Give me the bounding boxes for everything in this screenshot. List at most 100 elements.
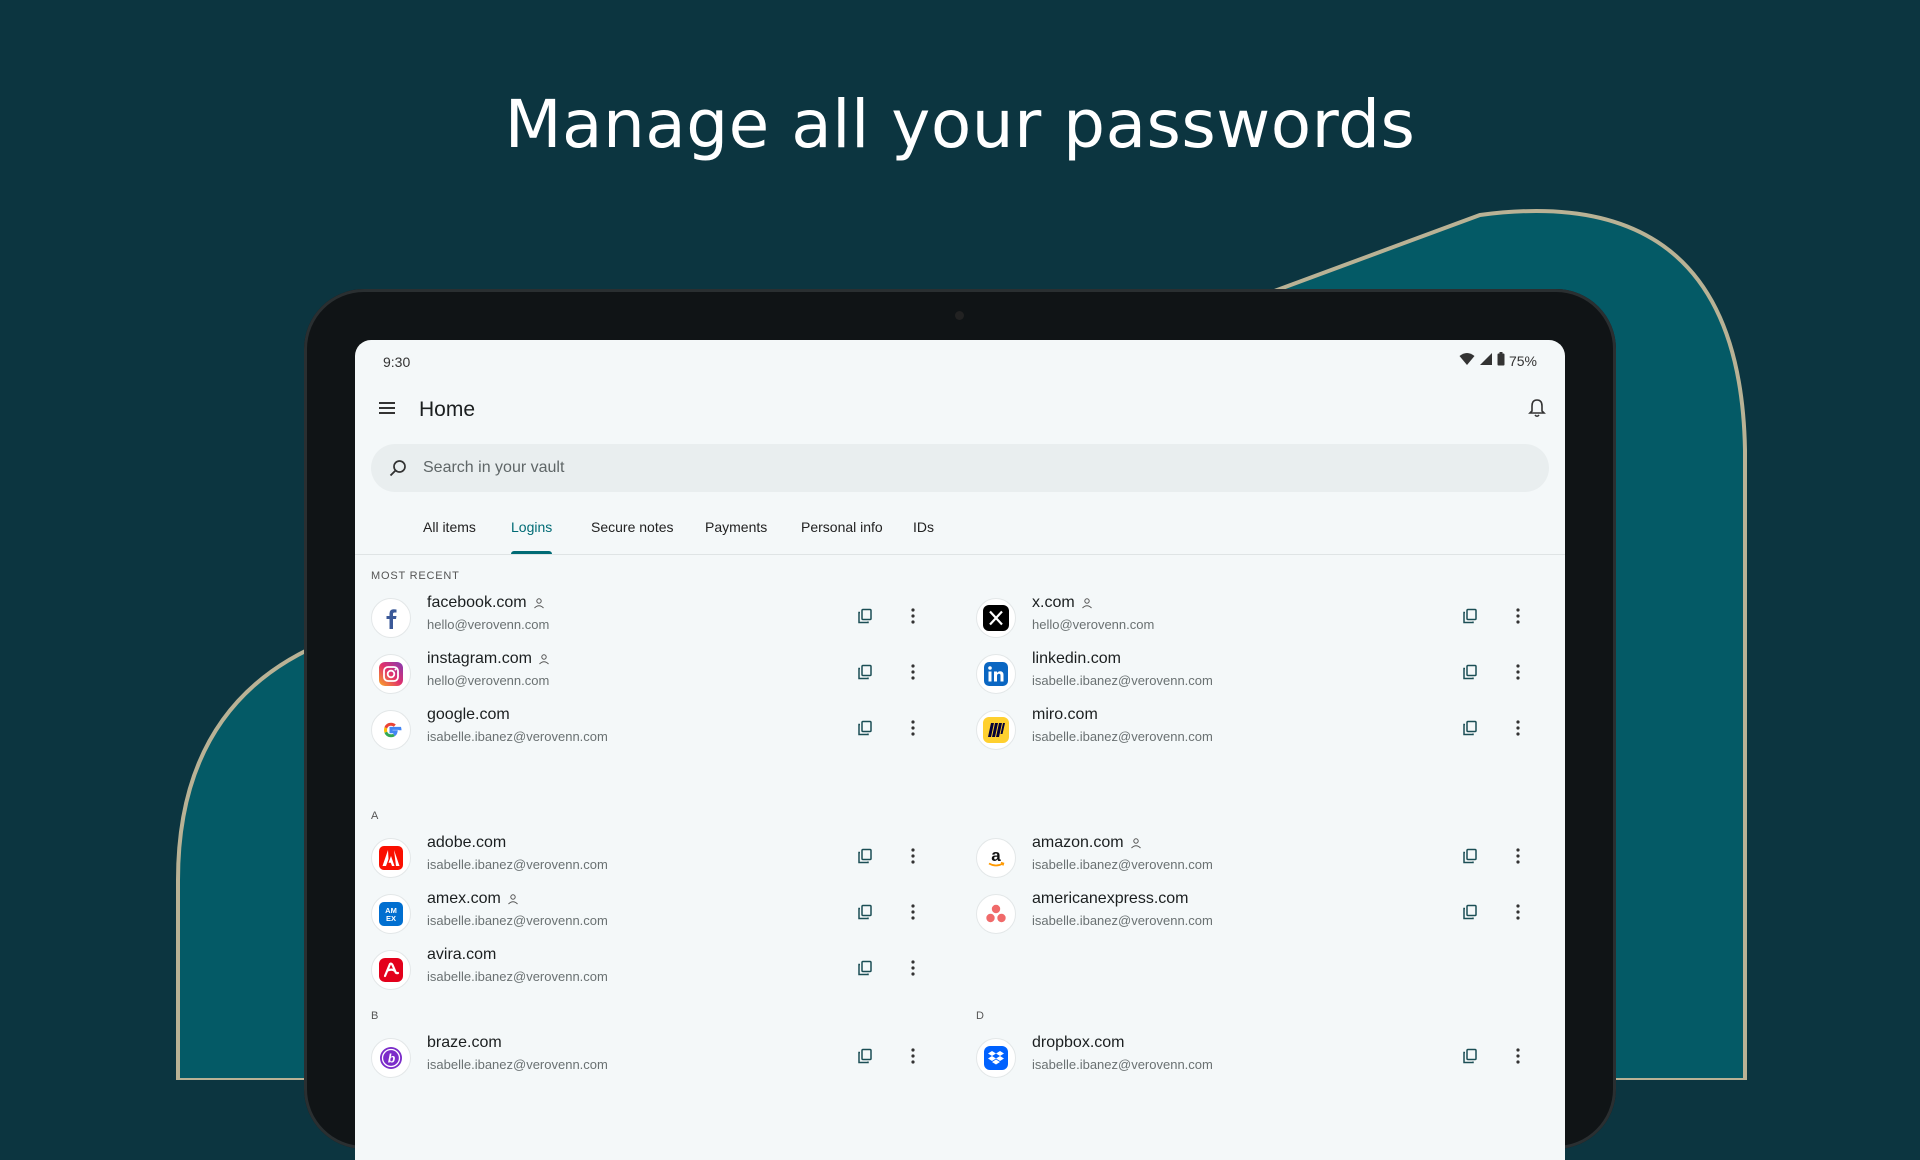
- tab-label: Secure notes: [591, 519, 674, 535]
- copy-icon: [857, 1048, 873, 1069]
- tab-label: IDs: [913, 519, 934, 535]
- login-item-x[interactable]: x.com hello@verovenn.com: [976, 590, 1542, 646]
- amex-icon: AM EX: [371, 894, 411, 934]
- copy-password-button[interactable]: [1458, 846, 1482, 870]
- search-input[interactable]: [421, 458, 1425, 478]
- vault-search-bar[interactable]: [371, 444, 1549, 492]
- more-options-button[interactable]: [1506, 718, 1530, 742]
- site-name: amazon.com: [1032, 834, 1142, 852]
- cellular-signal-icon: [1479, 352, 1493, 369]
- account-email: hello@verovenn.com: [1032, 617, 1155, 632]
- copy-password-button[interactable]: [1458, 1046, 1482, 1070]
- copy-password-button[interactable]: [1458, 902, 1482, 926]
- login-item-google[interactable]: google.com isabelle.ibanez@verovenn.com: [371, 702, 937, 758]
- section-header-most-recent: MOST RECENT: [371, 570, 460, 582]
- more-options-button[interactable]: [1506, 902, 1530, 926]
- login-item-linkedin[interactable]: linkedin.com isabelle.ibanez@verovenn.co…: [976, 646, 1542, 702]
- account-email: isabelle.ibanez@verovenn.com: [427, 969, 608, 984]
- copy-password-button[interactable]: [1458, 662, 1482, 686]
- login-item-dropbox[interactable]: dropbox.com isabelle.ibanez@verovenn.com: [976, 1030, 1542, 1086]
- copy-password-button[interactable]: [853, 846, 877, 870]
- more-vertical-icon: [1516, 663, 1520, 685]
- shared-user-icon: [1130, 837, 1142, 849]
- more-options-button[interactable]: [901, 1046, 925, 1070]
- more-options-button[interactable]: [1506, 606, 1530, 630]
- copy-password-button[interactable]: [853, 958, 877, 982]
- facebook-icon: [371, 598, 411, 638]
- login-item-avira[interactable]: avira.com isabelle.ibanez@verovenn.com: [371, 942, 937, 998]
- copy-password-button[interactable]: [853, 662, 877, 686]
- more-options-button[interactable]: [901, 718, 925, 742]
- app-bar: Home: [355, 382, 1565, 438]
- battery-percent: 75%: [1508, 352, 1537, 369]
- more-options-button[interactable]: [901, 902, 925, 926]
- account-email: isabelle.ibanez@verovenn.com: [1032, 1057, 1213, 1072]
- google-icon: [371, 710, 411, 750]
- copy-icon: [1462, 904, 1478, 925]
- tab-payments[interactable]: Payments: [705, 500, 767, 554]
- site-name: linkedin.com: [1032, 650, 1121, 667]
- x-icon: [976, 598, 1016, 638]
- account-email: hello@verovenn.com: [427, 673, 550, 688]
- instagram-icon: [371, 654, 411, 694]
- more-vertical-icon: [911, 719, 915, 741]
- account-email: hello@verovenn.com: [427, 617, 550, 632]
- more-options-button[interactable]: [901, 662, 925, 686]
- more-options-button[interactable]: [1506, 1046, 1530, 1070]
- account-email: isabelle.ibanez@verovenn.com: [1032, 913, 1213, 928]
- status-time: 9:30: [383, 354, 411, 370]
- shared-user-icon: [533, 597, 545, 609]
- copy-icon: [1462, 664, 1478, 685]
- front-camera: [955, 311, 964, 320]
- copy-icon: [1462, 608, 1478, 629]
- active-tab-indicator: [511, 551, 553, 554]
- more-options-button[interactable]: [1506, 662, 1530, 686]
- login-item-braze[interactable]: b braze.com isabelle.ibanez@verovenn.com: [371, 1030, 937, 1086]
- more-vertical-icon: [911, 607, 915, 629]
- more-options-button[interactable]: [901, 958, 925, 982]
- copy-icon: [857, 720, 873, 741]
- copy-password-button[interactable]: [853, 718, 877, 742]
- login-item-adobe[interactable]: adobe.com isabelle.ibanez@verovenn.com: [371, 830, 937, 886]
- notifications-button[interactable]: [1521, 394, 1553, 426]
- login-item-facebook[interactable]: facebook.com hello@verovenn.com: [371, 590, 937, 646]
- account-email: isabelle.ibanez@verovenn.com: [427, 729, 608, 744]
- more-options-button[interactable]: [1506, 846, 1530, 870]
- copy-icon: [1462, 1048, 1478, 1069]
- tab-personal-info[interactable]: Personal info: [801, 500, 883, 554]
- tab-logins[interactable]: Logins: [511, 500, 553, 554]
- more-vertical-icon: [911, 903, 915, 925]
- battery-icon: [1497, 352, 1505, 369]
- more-vertical-icon: [1516, 719, 1520, 741]
- site-name: miro.com: [1032, 706, 1098, 723]
- copy-icon: [857, 904, 873, 925]
- copy-icon: [857, 848, 873, 869]
- marketing-headline: Manage all your passwords: [504, 86, 1416, 163]
- copy-password-button[interactable]: [1458, 606, 1482, 630]
- more-options-button[interactable]: [901, 846, 925, 870]
- adobe-icon: [371, 838, 411, 878]
- site-name: adobe.com: [427, 834, 507, 851]
- login-item-amazon[interactable]: a amazon.com isabelle.ibanez@verovenn.co…: [976, 830, 1542, 886]
- more-options-button[interactable]: [901, 606, 925, 630]
- site-name: americanexpress.com: [1032, 890, 1189, 907]
- login-item-miro[interactable]: miro.com isabelle.ibanez@verovenn.com: [976, 702, 1542, 758]
- three-dots-logo-icon: [976, 894, 1016, 934]
- copy-password-button[interactable]: [853, 902, 877, 926]
- copy-password-button[interactable]: [1458, 718, 1482, 742]
- section-header-b: B: [371, 1010, 380, 1022]
- bell-icon: [1528, 398, 1546, 423]
- copy-password-button[interactable]: [853, 606, 877, 630]
- copy-icon: [857, 960, 873, 981]
- copy-password-button[interactable]: [853, 1046, 877, 1070]
- login-item-instagram[interactable]: instagram.com hello@verovenn.com: [371, 646, 937, 702]
- menu-button[interactable]: [371, 394, 403, 426]
- more-vertical-icon: [911, 959, 915, 981]
- tab-all-items[interactable]: All items: [423, 500, 476, 554]
- login-item-americanexpress[interactable]: americanexpress.com isabelle.ibanez@vero…: [976, 886, 1542, 942]
- login-item-amex[interactable]: AM EX amex.com isabelle.ibanez@verovenn.c…: [371, 886, 937, 942]
- account-email: isabelle.ibanez@verovenn.com: [427, 913, 608, 928]
- tab-label: Payments: [705, 519, 768, 535]
- tab-ids[interactable]: IDs: [913, 500, 934, 554]
- tab-secure-notes[interactable]: Secure notes: [591, 500, 674, 554]
